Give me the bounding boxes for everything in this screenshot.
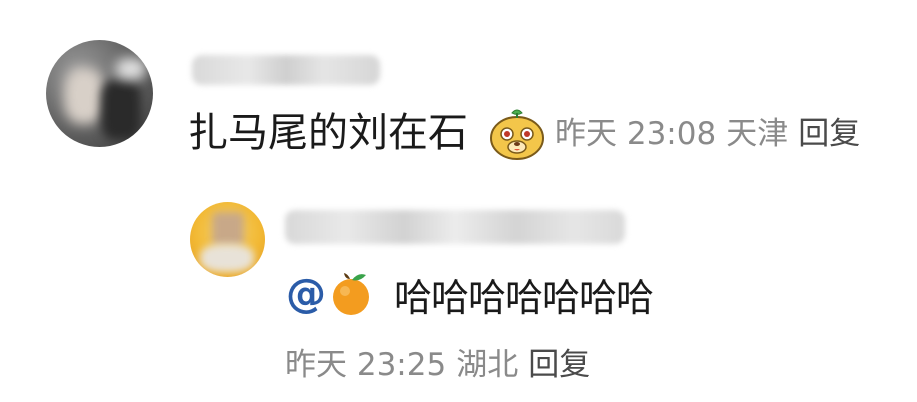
comment-location: 天津 <box>726 116 789 152</box>
comment-meta: 昨天 23:08 天津 回复 <box>555 114 860 154</box>
tangerine-emoji-icon <box>333 273 369 315</box>
commenter-avatar[interactable] <box>46 40 153 147</box>
commenter-name-blurred[interactable] <box>192 55 380 85</box>
replier-avatar[interactable] <box>190 202 265 277</box>
comment-text: 扎马尾的刘在石 <box>188 110 468 156</box>
reply-content: @ 哈哈哈哈哈哈哈 <box>286 268 654 320</box>
reply-location: 湖北 <box>456 347 519 383</box>
reply-reply-button[interactable]: 回复 <box>528 347 590 383</box>
reply-meta: 昨天 23:25 湖北 回复 <box>285 345 590 385</box>
reply-time: 昨天 23:25 <box>285 347 447 383</box>
reply-text: 哈哈哈哈哈哈哈 <box>394 275 654 320</box>
replier-name-blurred[interactable] <box>285 210 625 244</box>
reply-button[interactable]: 回复 <box>798 116 860 152</box>
mention-link[interactable]: @ <box>286 271 326 317</box>
comment-time: 昨天 23:08 <box>555 116 717 152</box>
cute-dog-face-sticker-icon <box>490 109 544 160</box>
